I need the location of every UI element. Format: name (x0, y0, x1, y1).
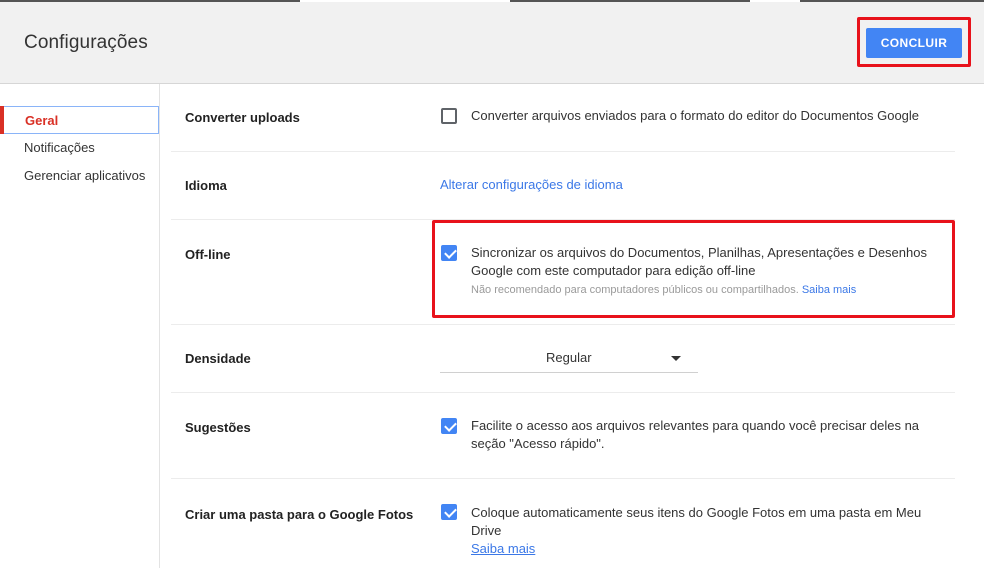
setting-row-fotos: Criar uma pasta para o Google Fotos Colo… (171, 479, 955, 568)
suggestions-text-line1: Facilite o acesso aos arquivos relevante… (471, 418, 920, 433)
dropdown-caret-icon (671, 356, 681, 361)
setting-label-offline: Off-line (185, 247, 231, 262)
done-button-highlight: CONCLUIR (857, 17, 971, 67)
density-select[interactable]: Regular (440, 345, 698, 373)
setting-label-converter: Converter uploads (185, 110, 300, 125)
page-title: Configurações (24, 32, 148, 53)
converter-checkbox-label: Converter arquivos enviados para o forma… (471, 108, 920, 123)
setting-label-densidade: Densidade (185, 351, 251, 366)
suggestions-text-line2: seção "Acesso rápido". (471, 436, 605, 451)
setting-label-fotos: Criar uma pasta para o Google Fotos (185, 507, 414, 522)
settings-header: Configurações CONCLUIR (0, 2, 984, 84)
photos-folder-checkbox[interactable] (441, 504, 457, 520)
offline-highlight-box (432, 220, 955, 318)
sidebar-item-geral[interactable]: Geral (0, 106, 159, 134)
sidebar-item-gerenciar-aplicativos[interactable]: Gerenciar aplicativos (0, 162, 160, 190)
setting-row-sugestoes: Sugestões Facilite o acesso aos arquivos… (171, 393, 955, 479)
photos-text-line2: Drive (471, 523, 502, 538)
setting-label-idioma: Idioma (185, 178, 227, 193)
setting-label-sugestoes: Sugestões (185, 420, 251, 435)
done-button[interactable]: CONCLUIR (866, 28, 962, 58)
sidebar-item-notificacoes[interactable]: Notificações (0, 134, 160, 162)
suggestions-checkbox[interactable] (441, 418, 457, 434)
settings-sidebar: Geral Notificações Gerenciar aplicativos (0, 84, 160, 568)
photos-learn-more-link[interactable]: Saiba mais (471, 540, 535, 558)
photos-text-line1: Coloque automaticamente seus itens do Go… (471, 505, 922, 520)
converter-checkbox[interactable] (441, 108, 457, 124)
setting-row-idioma: Idioma Alterar configurações de idioma (171, 152, 955, 220)
density-selected-value: Regular (546, 350, 592, 365)
language-settings-link[interactable]: Alterar configurações de idioma (440, 176, 623, 194)
setting-row-converter: Converter uploads Converter arquivos env… (171, 84, 955, 152)
